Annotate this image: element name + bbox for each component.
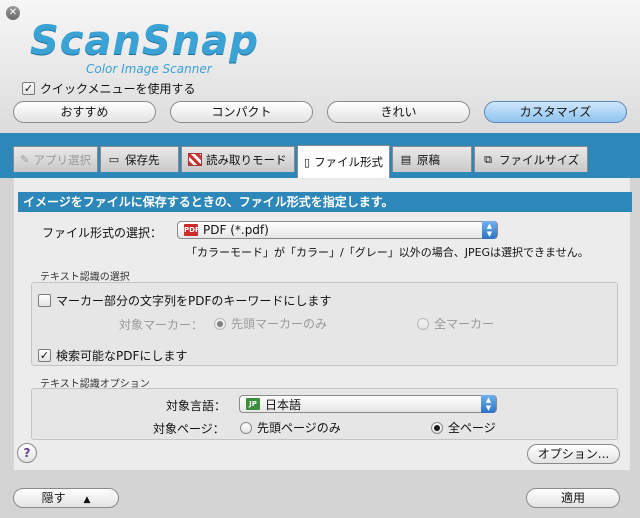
logo-subtitle: Color Image Scanner [86, 62, 212, 76]
tab-scan-mode[interactable]: 読み取りモード [181, 146, 295, 172]
preset-clean-button[interactable]: きれい [327, 101, 470, 123]
popup-arrows-icon: ▲ ▼ [481, 395, 496, 413]
document-icon: ▤ [400, 153, 412, 166]
options-button[interactable]: オプション... [527, 444, 620, 464]
folder-icon: ▭ [108, 153, 120, 166]
tab-app-select[interactable]: ✎ アプリ選択 [13, 146, 98, 172]
help-icon[interactable]: ? [17, 443, 37, 463]
checkbox-unchecked-icon[interactable] [38, 294, 51, 307]
radio-unselected-icon[interactable] [240, 421, 252, 434]
language-label: 対象言語： [166, 399, 227, 413]
marker-keyword-label: マーカー部分の文字列をPDFのキーワードにします [56, 294, 332, 308]
file-format-label: ファイル形式の選択： [42, 226, 163, 240]
panel-heading: イメージをファイルに保存するときの、ファイル形式を指定します。 [18, 192, 632, 212]
preset-customize-button[interactable]: カスタマイズ [484, 101, 627, 123]
quick-menu-label: クイックメニューを使用する [40, 82, 196, 96]
pdf-icon: PDF [184, 224, 200, 236]
marker-all-radio[interactable]: 全マーカー [417, 315, 494, 332]
header: ✕ ScanSnap Color Image Scanner ✓ クイックメニュ… [0, 0, 640, 133]
chevron-up-icon: ▲ [83, 495, 91, 505]
tab-file-format[interactable]: ▯ ファイル形式 [297, 145, 390, 178]
file-format-value: PDF (*.pdf) [203, 223, 269, 237]
scansnap-logo: ScanSnap Color Image Scanner [30, 18, 310, 78]
text-recognition-title: テキスト認識の選択 [40, 272, 130, 283]
searchable-pdf-label: 検索可能なPDFにします [56, 349, 188, 363]
tab-document[interactable]: ▤ 原稿 [392, 146, 472, 172]
checkbox-checked-icon[interactable]: ✓ [38, 349, 51, 362]
marker-first-only-radio[interactable]: 先頭マーカーのみ [214, 315, 327, 332]
close-icon[interactable]: ✕ [6, 6, 20, 20]
file-format-note: 「カラーモード」が「カラー」/「グレー」以外の場合、JPEGは選択できません。 [186, 246, 589, 259]
searchable-pdf-checkbox[interactable]: ✓ 検索可能なPDFにします [38, 347, 187, 364]
apply-button[interactable]: 適用 [526, 488, 620, 508]
target-pages-label: 対象ページ： [153, 422, 225, 436]
checkbox-checked-icon[interactable]: ✓ [22, 82, 35, 95]
tab-file-size[interactable]: ⧉ ファイルサイズ [474, 146, 588, 172]
marker-keyword-checkbox[interactable]: マーカー部分の文字列をPDFのキーワードにします [38, 292, 331, 309]
preset-recommended-button[interactable]: おすすめ [13, 101, 156, 123]
jp-flag-icon: JP [246, 398, 260, 410]
scan-mode-icon [188, 153, 202, 166]
hide-button[interactable]: 隠す ▲ [13, 488, 119, 508]
language-select[interactable]: JP 日本語 ▲ ▼ [239, 395, 497, 413]
radio-selected-icon[interactable] [214, 317, 226, 330]
radio-unselected-icon[interactable] [417, 317, 429, 330]
quick-menu-checkbox[interactable]: ✓ クイックメニューを使用する [22, 80, 196, 97]
preset-compact-button[interactable]: コンパクト [170, 101, 313, 123]
tab-save-location[interactable]: ▭ 保存先 [100, 146, 179, 172]
file-size-icon: ⧉ [484, 153, 492, 166]
pages-first-only-radio[interactable]: 先頭ページのみ [240, 419, 341, 436]
logo-text: ScanSnap [30, 18, 259, 64]
app-icon: ✎ [20, 153, 30, 166]
language-value: 日本語 [265, 397, 302, 412]
radio-selected-icon[interactable] [431, 421, 443, 434]
popup-arrows-icon: ▲ ▼ [482, 221, 497, 239]
file-icon: ▯ [304, 155, 311, 169]
pages-all-radio[interactable]: 全ページ [431, 419, 496, 436]
file-format-select[interactable]: PDF PDF (*.pdf) ▲ ▼ [177, 221, 498, 239]
target-marker-label: 対象マーカー： [119, 318, 204, 332]
